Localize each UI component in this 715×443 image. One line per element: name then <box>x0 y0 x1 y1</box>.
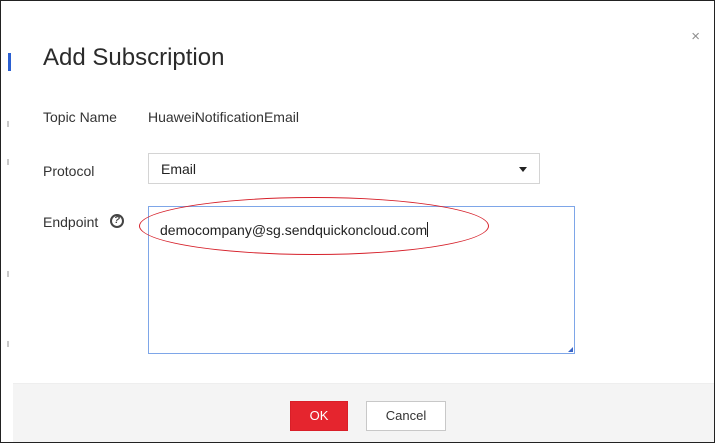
resize-grip-icon[interactable] <box>568 347 573 352</box>
topic-name-value: HuaweiNotificationEmail <box>148 109 299 125</box>
protocol-select[interactable]: Email <box>148 153 540 184</box>
background-divider <box>7 159 9 165</box>
topic-name-label: Topic Name <box>43 109 117 125</box>
dialog-title: Add Subscription <box>43 44 225 71</box>
background-divider <box>7 341 9 347</box>
background-page-edge <box>1 1 13 442</box>
ok-button[interactable]: OK <box>290 401 348 431</box>
background-accent-mark <box>8 53 11 71</box>
background-divider <box>7 121 9 127</box>
endpoint-textarea[interactable]: democompany@sg.sendquickoncloud.com <box>148 206 575 354</box>
cancel-button[interactable]: Cancel <box>366 401 446 431</box>
protocol-selected-value: Email <box>161 161 197 177</box>
dialog-footer: OK Cancel <box>13 383 714 442</box>
endpoint-value: democompany@sg.sendquickoncloud.com <box>160 222 429 238</box>
add-subscription-dialog: Add Subscription × Topic Name HuaweiNoti… <box>13 1 714 442</box>
screenshot-frame: Add Subscription × Topic Name HuaweiNoti… <box>0 0 715 443</box>
text-cursor <box>427 222 429 237</box>
help-icon[interactable]: ? <box>110 214 124 228</box>
background-divider <box>7 271 9 277</box>
close-icon[interactable]: × <box>691 29 700 44</box>
endpoint-label: Endpoint <box>43 214 99 230</box>
protocol-label: Protocol <box>43 163 95 179</box>
chevron-down-icon <box>519 167 527 172</box>
